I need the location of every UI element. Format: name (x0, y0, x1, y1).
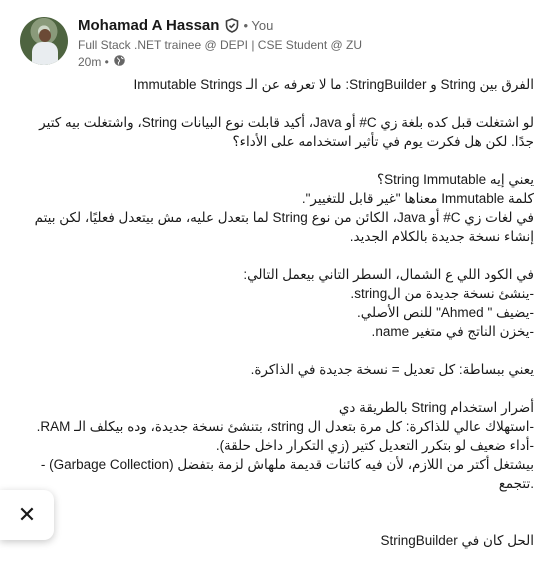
author-name-row: Mohamad A Hassan • You (78, 17, 273, 34)
author-avatar[interactable] (20, 17, 68, 65)
post-spacer (24, 151, 534, 170)
verified-shield-icon (225, 18, 239, 33)
post-spacer (24, 94, 534, 113)
author-name[interactable]: Mohamad A Hassan (78, 17, 219, 34)
post-line: -ينشئ نسخة جديدة من الstring. (350, 286, 534, 301)
author-headline: Full Stack .NET trainee @ DEPI | CSE Stu… (78, 38, 363, 52)
post-spacer (24, 379, 534, 398)
post-line: الفرق بين String و StringBuilder: ما لا … (133, 77, 534, 92)
post-header: Mohamad A Hassan • You Full Stack .NET t… (20, 14, 550, 70)
post-line: الحل كان في StringBuilder (380, 533, 534, 548)
post-line: -يخزن الناتج في متغير name. (371, 324, 534, 339)
post-line: -استهلاك عالي للذاكرة: كل مرة بتعدل ال s… (36, 419, 534, 434)
post-line: يعني ببساطة: كل تعديل = نسخة جديدة في ال… (250, 362, 534, 377)
close-toast[interactable]: ✕ (0, 490, 54, 540)
avatar-head (39, 29, 51, 42)
post-line: -يضيف " Ahmed" للنص الأصلي. (357, 305, 534, 320)
post-line: - (Garbage Collection) بيشتغل أكتر من ال… (40, 457, 534, 491)
post-spacer (24, 493, 534, 512)
post-line: في الكود اللي ع الشمال، السطر التاني بيع… (243, 267, 534, 282)
avatar-body (32, 42, 58, 65)
you-badge: • You (243, 18, 274, 33)
globe-icon (113, 54, 126, 70)
post-line: لو اشتغلت قبل كده بلغة زي C# أو Java، أك… (39, 115, 534, 149)
post-line: كلمة Immutable معناها "غير قابل للتغيير"… (301, 191, 534, 206)
post-line: يعني إيه String Immutable؟ (376, 172, 534, 187)
post-meta: 20m • (78, 54, 126, 70)
post-line: أضرار استخدام String بالطريقة دي (338, 400, 534, 415)
post-body: الفرق بين String و StringBuilder: ما لا … (24, 75, 534, 550)
post-spacer (24, 246, 534, 265)
post-line: -أداء ضعيف لو بتكرر التعديل كتير (زي الت… (215, 438, 534, 453)
post-spacer (24, 341, 534, 360)
post-time: 20m • (78, 55, 109, 69)
post-spacer (24, 512, 534, 531)
close-icon[interactable]: ✕ (18, 504, 36, 526)
post-line: في لغات زي C# أو Java، الكائن من نوع Str… (34, 210, 534, 244)
